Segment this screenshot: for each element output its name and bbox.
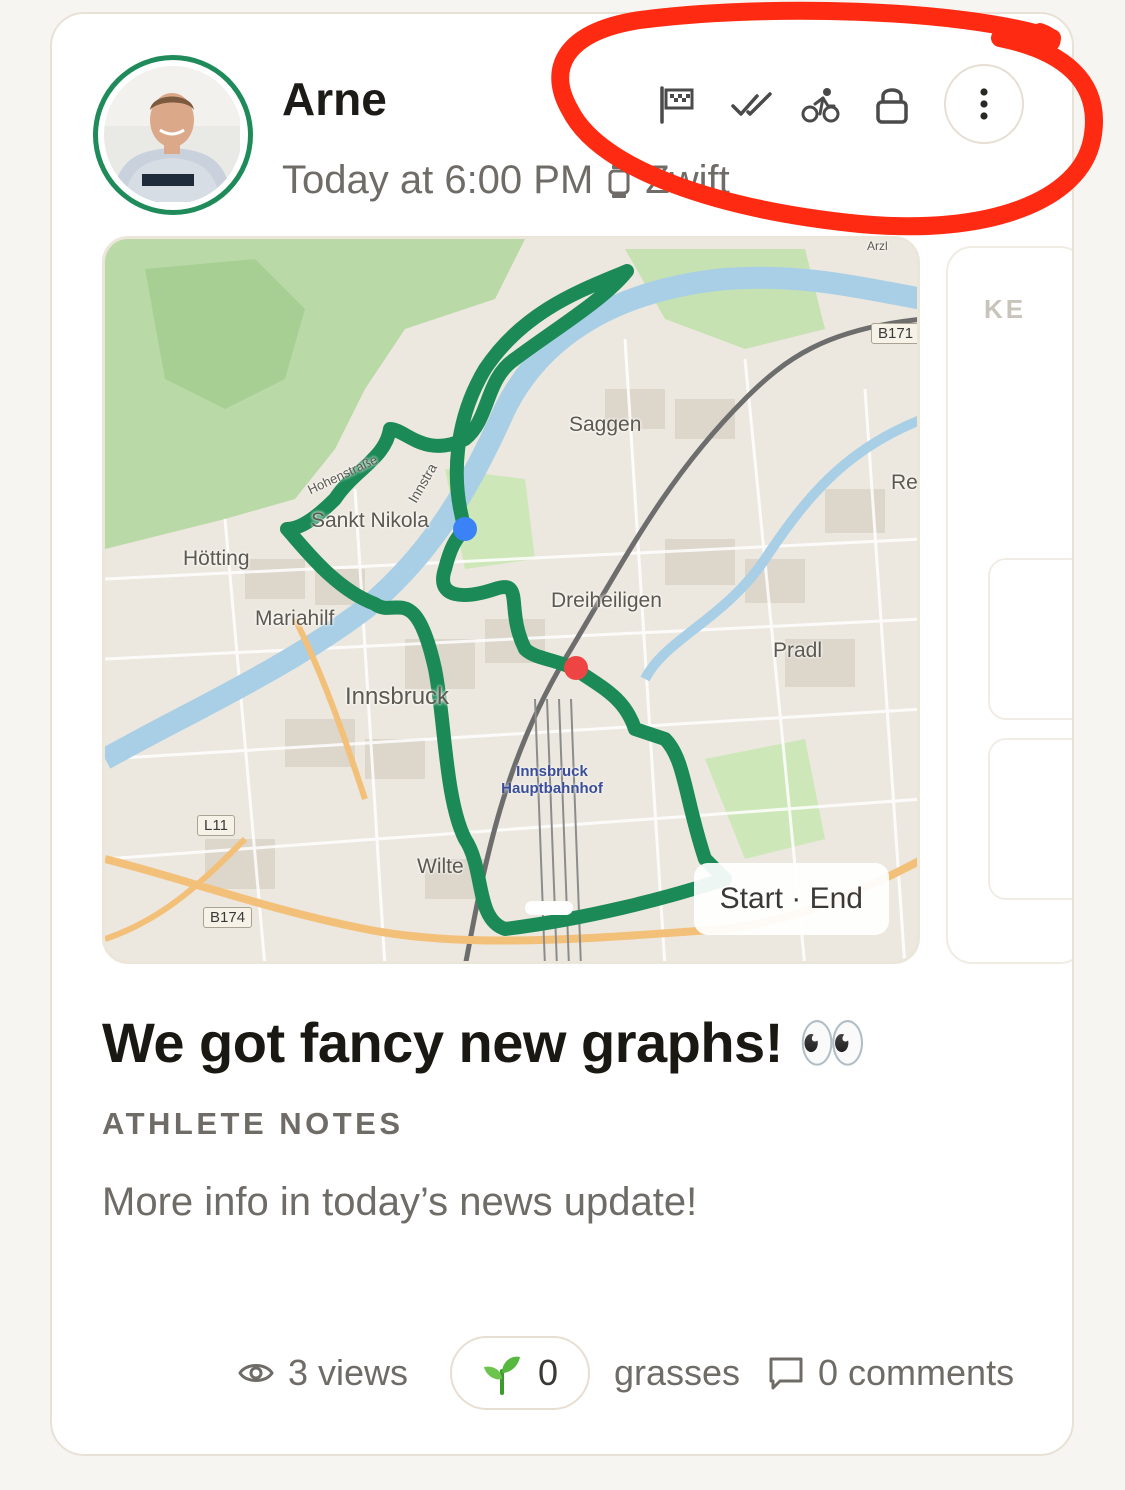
road-badge-b171: B171 [871,323,917,344]
device-name: Zwift [645,158,730,202]
next-slide-panel[interactable]: KE [946,246,1072,964]
route-end-marker [564,656,588,680]
map-label-saggen: Saggen [569,413,642,436]
views-label: 3 views [288,1352,409,1393]
map-label-sankt-nikolaus: Sankt Nikola [311,509,429,532]
grass-count: 0 [537,1352,559,1393]
activity-card: Arne Today at 6:00 PM Zwift Saggen Sankt… [50,12,1074,1456]
more-options-button[interactable] [944,64,1024,144]
map-label-dreiheiligen: Dreiheiligen [551,589,662,612]
activity-meta: Today at 6:00 PM Zwift [282,158,730,203]
map-label-hoetting: Hötting [183,547,250,570]
next-slide-title: KE [984,294,1027,324]
next-slide-card [988,558,1072,720]
map-label-mariahilf: Mariahilf [255,607,335,630]
more-vertical-icon [980,88,988,120]
next-slide-card [988,738,1072,900]
comment-icon [769,1357,803,1390]
map-label-wilten: Wilte [417,855,464,878]
map-label-re: Re [891,471,918,494]
athlete-notes-label: ATHLETE NOTES [102,1106,404,1141]
route-map[interactable]: Saggen Sankt Nikola Hötting Mariahilf In… [102,236,920,964]
map-label-pradl: Pradl [773,639,823,662]
watch-icon [607,161,631,201]
map-label-arzl: Arzl [867,239,888,253]
avatar[interactable] [93,55,253,215]
road-badge-b174: B174 [203,907,253,928]
athlete-name[interactable]: Arne [282,72,387,126]
avatar-photo [104,66,242,204]
map-label-hauptbahnhof: Innsbruck Hauptbahnhof [501,763,603,797]
bike-icon[interactable] [800,84,840,124]
seedling-icon [483,1356,520,1395]
grasses-label: grasses [614,1352,741,1393]
lock-icon[interactable] [872,84,912,124]
map-label-innsbruck: Innsbruck [345,683,450,710]
road-badge-l11: L11 [197,815,235,836]
post-title[interactable]: We got fancy new graphs! 👀 [102,1010,868,1076]
comments-link[interactable]: 0 comments [768,1336,1014,1410]
eye-icon [238,1364,274,1382]
route-start-marker [453,517,477,541]
map-legend: Start · End [693,863,889,935]
activity-timestamp: Today at 6:00 PM [282,158,594,202]
double-check-icon[interactable] [730,84,774,124]
athlete-notes-body: More info in today’s news update! [102,1180,698,1224]
comments-label: 0 comments [818,1352,1015,1393]
grass-button[interactable]: 0 [450,1336,590,1410]
race-flag-icon[interactable] [656,84,696,124]
views-count: 3 views [238,1336,408,1410]
